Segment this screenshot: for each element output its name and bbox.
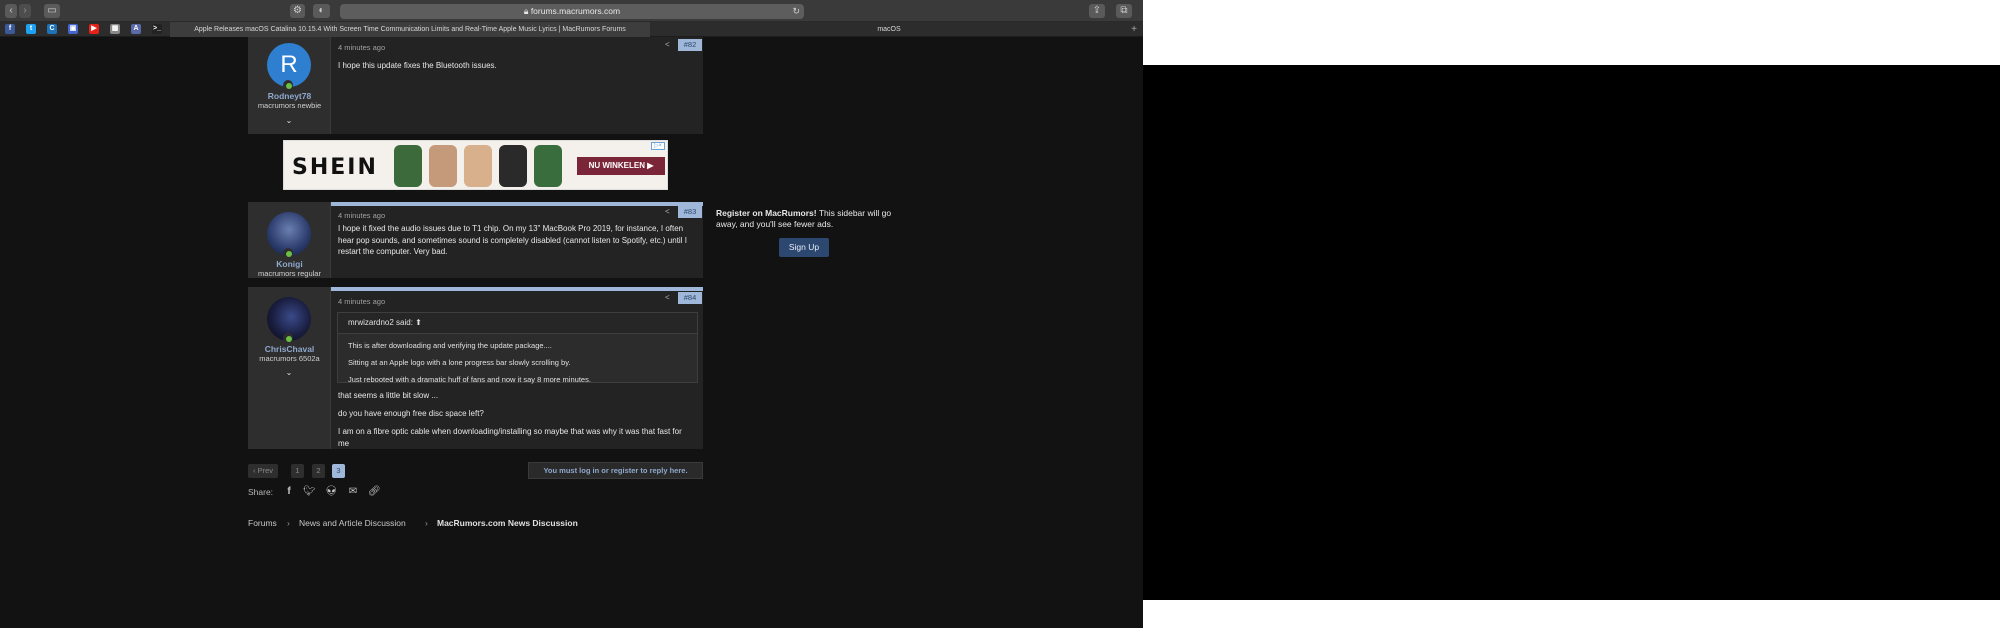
a-icon[interactable]: A [131,24,141,34]
page-content: R Rodneyt78 macrumors newbie ⌄ 4 minutes… [0,37,1143,628]
reload-icon[interactable]: ↻ [792,4,800,19]
ad-cta-button[interactable]: NU WINKELEN ▶ [577,157,665,175]
online-indicator [283,333,293,343]
post-time[interactable]: 4 minutes ago [338,43,385,52]
post-number[interactable]: #83 [678,206,702,218]
post-84: ChrisChaval macrumors 6502a ⌄ 4 minutes … [248,287,703,449]
twitter-icon[interactable]: 🐦︎ [303,485,316,499]
share-button[interactable]: ⇪ [1089,4,1105,18]
quote-block: mrwizardno2 said: ⬆︎ This is after downl… [337,312,698,384]
desktop-background [1143,0,2000,65]
tabs-overview-button[interactable]: ⧉ [1116,4,1132,18]
post-time[interactable]: 4 minutes ago [338,297,385,306]
page-3-button[interactable]: 3 [332,464,345,478]
user-title: macrumors 6502a [259,354,320,363]
c-icon[interactable]: C [47,24,57,34]
ad-image [499,145,527,187]
ad-image [464,145,492,187]
share-icon[interactable]: < [665,293,670,302]
page-1-button[interactable]: 1 [291,464,304,478]
facebook-icon[interactable]: f [5,24,15,34]
email-icon[interactable]: ✉ [347,485,359,499]
ad-choices-icon[interactable]: ▷× [651,142,665,150]
arrow-up-circle-icon[interactable]: ⬆︎ [415,318,422,327]
page-2-button[interactable]: 2 [312,464,325,478]
quote-header[interactable]: mrwizardno2 said: ⬆︎ [338,313,697,334]
post-paragraph: I am on a fibre optic cable when downloa… [338,427,682,448]
lock-icon: 🔒︎ [523,6,529,16]
back-button[interactable]: ‹ [5,4,17,18]
breadcrumb-current[interactable]: MacRumors.com News Discussion [437,517,578,529]
address-bar[interactable]: 🔒︎ forums.macrumors.com ↻ [340,4,804,19]
chevron-right-icon: › [287,518,290,528]
desktop-background [1143,600,2000,628]
prev-page-button[interactable]: ‹ Prev [248,464,278,478]
breadcrumb-forums[interactable]: Forums [248,517,277,529]
ad-image [429,145,457,187]
share-icon[interactable]: < [665,207,670,216]
login-to-reply-link[interactable]: You must log in or register to reply her… [528,462,703,479]
post-message: I hope it fixed the audio issues due to … [338,224,687,256]
share-label: Share: [248,487,274,497]
tab-bar: f t C ▣ ▶ ▦ A >_ Apple Releases macOS Catalina … [0,22,1143,37]
chevron-down-icon[interactable]: ⌄ [284,368,294,378]
quote-line: Sitting at an Apple logo with a lone pro… [348,358,571,367]
advertisement[interactable]: SHEIN NU WINKELEN ▶ ▷× [283,140,668,190]
breadcrumb-news-discussion[interactable]: News and Article Discussion [299,517,406,529]
chevron-right-icon: › [425,518,428,528]
user-info: ChrisChaval macrumors 6502a ⌄ [248,287,331,449]
forward-button[interactable]: › [19,4,31,18]
settings-icon[interactable]: ⚙ [290,4,305,18]
username[interactable]: Rodneyt78 [248,91,331,101]
online-indicator [283,248,293,258]
square-icon[interactable]: ▣ [68,24,78,34]
sidebar-toggle-button[interactable]: ▭ [44,4,60,18]
share-icon[interactable]: < [665,40,670,49]
register-heading[interactable]: Register on MacRumors! [716,208,817,218]
post-82: R Rodneyt78 macrumors newbie ⌄ 4 minutes… [248,37,703,134]
new-tab-button[interactable]: + [1127,22,1141,37]
user-title: macrumors newbie [257,101,322,110]
terminal-icon[interactable]: >_ [152,24,162,34]
online-indicator [283,80,293,90]
ad-image [394,145,422,187]
post-83: Konigi macrumors regular ⌄ 4 minutes ago… [248,202,703,292]
link-icon[interactable]: 🔗︎ [368,485,381,499]
twitter-icon[interactable]: t [26,24,36,34]
youtube-icon[interactable]: ▶ [89,24,99,34]
quote-author: mrwizardno2 said: [348,318,413,327]
post-paragraph: do you have enough free disc space left? [338,409,484,418]
quote-line: This is after downloading and verifying … [348,341,552,350]
post-number[interactable]: #84 [678,292,702,304]
user-title: macrumors regular [258,269,321,278]
facebook-icon[interactable]: f [283,485,295,499]
share-row: Share: f 🐦︎ 👽︎ ✉ 🔗︎ [248,485,381,499]
chevron-down-icon[interactable]: ⌄ [284,116,294,126]
browser-window: ‹ › ▭ ⚙ ◐ 🔒︎ forums.macrumors.com ↻ ⇪ ⧉ … [0,0,1143,628]
tab-macos[interactable]: macOS [650,22,1128,37]
ad-image [534,145,562,187]
browser-toolbar: ‹ › ▭ ⚙ ◐ 🔒︎ forums.macrumors.com ↻ ⇪ ⧉ [0,0,1143,22]
ad-brand: SHEIN [292,155,378,180]
url-text: forums.macrumors.com [530,6,621,16]
reddit-icon[interactable]: 👽︎ [325,485,338,499]
sign-up-button[interactable]: Sign Up [779,238,829,257]
tab-macrumors-article[interactable]: Apple Releases macOS Catalina 10.15.4 Wi… [170,22,650,37]
user-info: Konigi macrumors regular ⌄ [248,202,331,292]
username[interactable]: Konigi [248,259,331,269]
user-info: R Rodneyt78 macrumors newbie ⌄ [248,37,331,134]
register-sidebar: Register on MacRumors! This sidebar will… [716,208,906,230]
post-paragraph: that seems a little bit slow ... [338,391,439,400]
username[interactable]: ChrisChaval [248,344,331,354]
post-message: I hope this update fixes the Bluetooth i… [338,61,497,70]
post-number[interactable]: #82 [678,39,702,51]
colorful-icon[interactable]: ▦ [110,24,120,34]
post-time[interactable]: 4 minutes ago [338,211,385,220]
extension-icon[interactable]: ◐ [313,4,330,18]
quote-line: Just rebooted with a dramatic huff of fa… [348,375,591,384]
